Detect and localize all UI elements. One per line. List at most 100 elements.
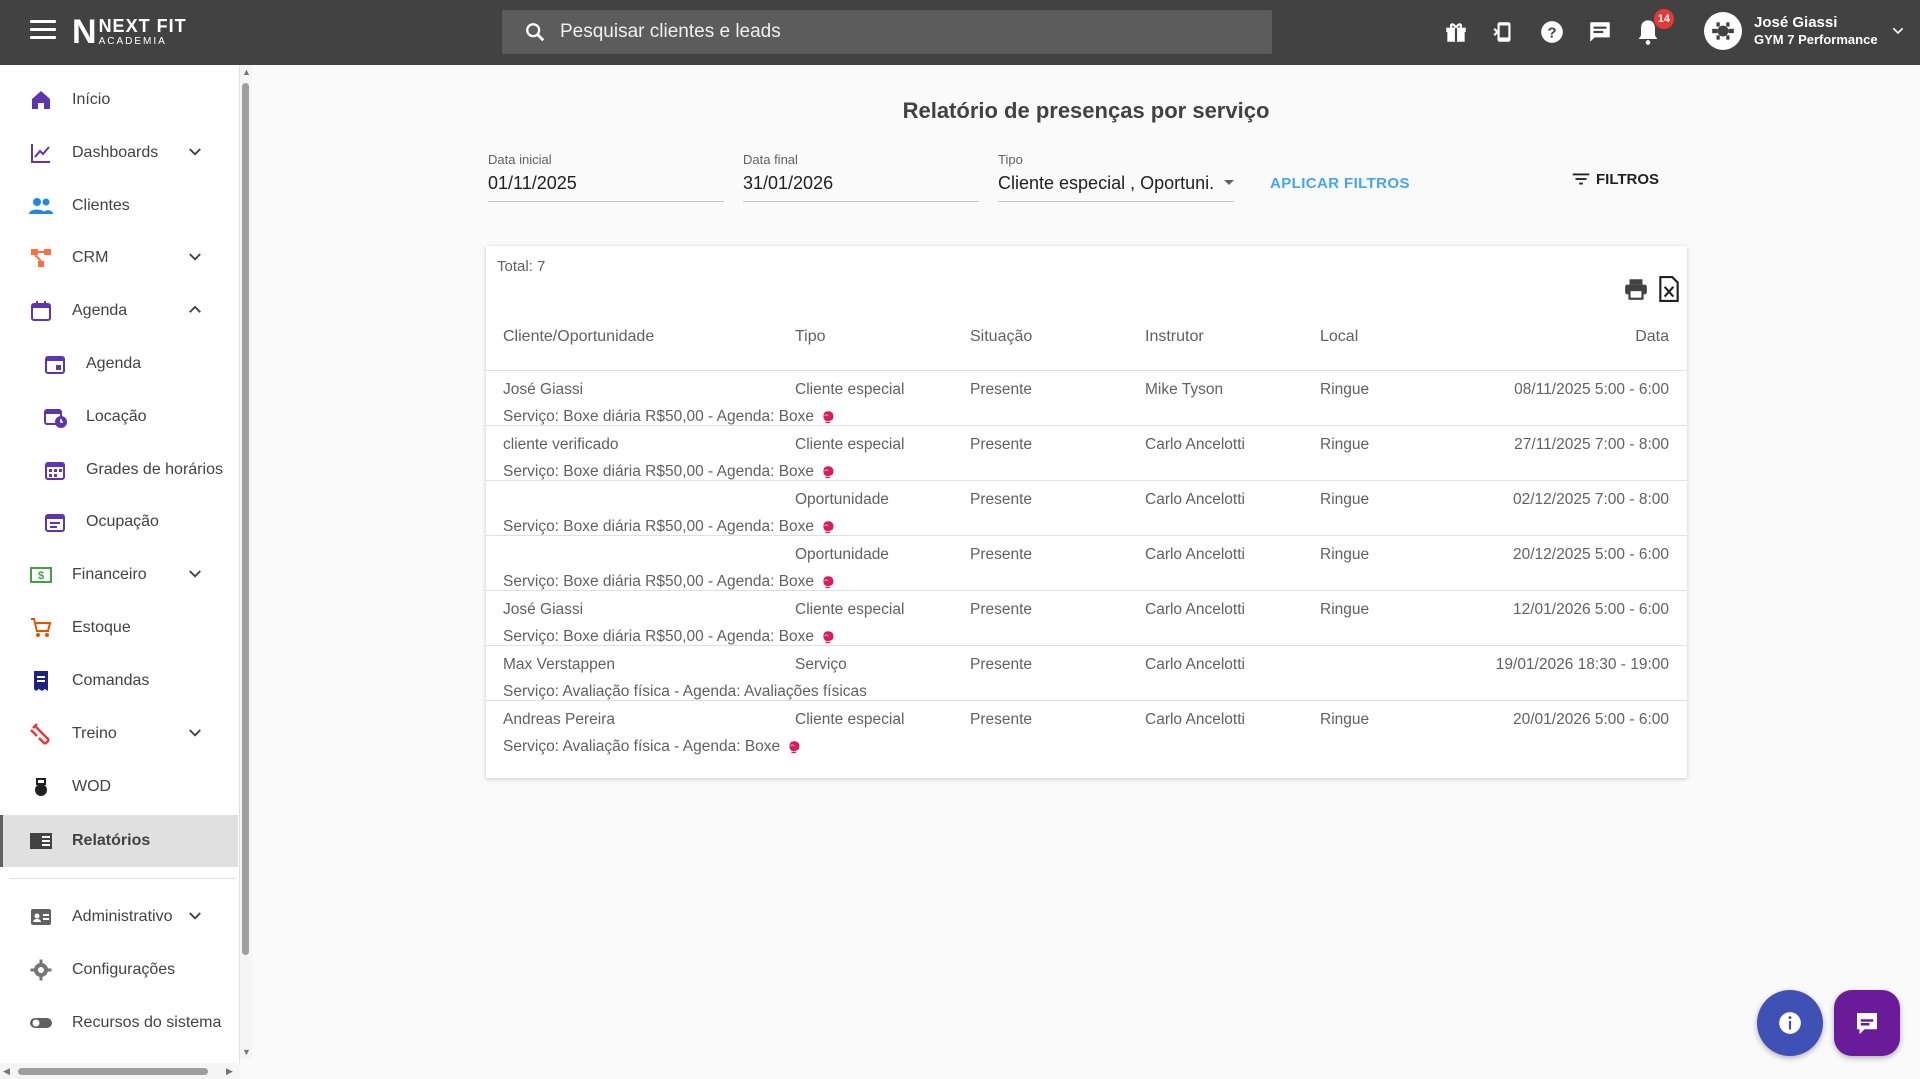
type-select-value[interactable]: Cliente especial , Oportuni... [998,173,1214,194]
column-header-instrutor[interactable]: Instrutor [1145,328,1204,346]
scroll-down-arrow[interactable]: ▼ [242,1047,251,1057]
search-icon [526,23,545,42]
scroll-up-arrow[interactable]: ▲ [242,67,251,77]
table-row[interactable]: Oportunidade Presente Carlo Ancelotti Ringu… [486,536,1687,591]
search-input[interactable] [560,21,1240,43]
calendar-icon [28,298,54,324]
type-select[interactable]: Tipo Cliente especial , Oportuni... [998,152,1234,202]
table-row[interactable]: Max Verstappen Serviço Presente Carlo Ancel… [486,646,1687,701]
row-description: Serviço: Boxe diária R$50,00 - Agenda: B… [503,408,836,426]
apply-filters-button[interactable]: APLICAR FILTROS [1270,175,1410,192]
cell-tipo: Cliente especial [795,711,905,728]
table-header: Cliente/Oportunidade Tipo Situação Instr… [486,306,1687,371]
chat-support-button[interactable] [1834,990,1900,1056]
table-row[interactable]: Andreas Pereira Cliente especial Presente C… [486,701,1687,756]
row-description: Serviço: Boxe diária R$50,00 - Agenda: B… [503,628,836,646]
chevron-down-icon [189,729,201,737]
sidebar-item-clientes[interactable]: Clientes [0,180,238,232]
sidebar-item-label: Relatórios [72,832,151,849]
toggle-icon [28,1010,54,1036]
scroll-left-arrow[interactable]: ◀ [3,1066,10,1077]
cell-situacao: Presente [970,656,1033,673]
excel-export-icon[interactable] [1658,276,1680,307]
bell-icon[interactable]: 14 [1632,9,1674,49]
end-date-field[interactable]: Data final 31/01/2026 [743,152,979,202]
sidebar-item-recursos-do-sistema[interactable]: Recursos do sistema [0,997,238,1049]
filter-icon [1572,173,1590,185]
scrollbar-thumb[interactable] [18,1068,208,1075]
column-header-local[interactable]: Local [1320,328,1358,346]
scrollbar-thumb[interactable] [242,83,249,955]
boxing-glove-icon [823,631,834,644]
chart-icon [28,140,54,166]
logo-name: NEXT FIT [98,16,187,36]
sidebar-item-wod[interactable]: WOD [0,761,238,813]
column-header-cliente[interactable]: Cliente/Oportunidade [503,328,654,346]
sidebar-item-grades-de-horarios[interactable]: Grades de horários [0,444,238,496]
chat-bubble-icon [1857,1013,1877,1035]
sidebar-item-estoque[interactable]: Estoque [0,602,238,654]
cell-cliente: Andreas Pereira [503,711,616,728]
home-icon [28,87,54,113]
phone-icon[interactable] [1488,15,1520,49]
logo[interactable]: N NEXT FIT ACADEMIA [72,12,187,52]
filters-button[interactable]: FILTROS [1570,168,1659,190]
sidebar-horizontal-scrollbar[interactable]: ◀ ▶ [0,1063,240,1079]
svg-text:?: ? [1547,24,1556,41]
sidebar-item-configuracoes[interactable]: Configurações [0,944,238,996]
avatar [1704,12,1742,50]
user-name: José Giassi [1754,13,1838,31]
boxing-glove-icon [789,741,800,754]
sidebar-item-administrativo[interactable]: Administrativo [0,891,238,943]
sidebar-item-label: Treino [72,725,117,742]
sidebar-item-label: Administrativo [72,908,173,925]
logo-mark: N [72,12,97,51]
logo-subtitle: ACADEMIA [98,36,167,47]
menu-icon[interactable] [30,20,56,44]
sidebar-item-inicio[interactable]: Início [0,74,238,126]
column-header-data[interactable]: Data [1635,328,1669,346]
sidebar-item-financeiro[interactable]: $ Financeiro [0,549,238,601]
row-description: Serviço: Boxe diária R$50,00 - Agenda: B… [503,463,836,481]
scroll-right-arrow[interactable]: ▶ [226,1066,233,1077]
id-card-icon [28,904,54,930]
sidebar-scrollbar[interactable]: ▲ ▼ [240,65,252,1059]
table-row[interactable]: José Giassi Cliente especial Presente Mike … [486,371,1687,426]
calendar-clock-icon [42,404,68,430]
row-description: Serviço: Boxe diária R$50,00 - Agenda: B… [503,518,836,536]
sidebar-item-label: Início [72,91,111,108]
chat-icon[interactable] [1584,15,1616,49]
cell-local: Ringue [1320,436,1370,453]
row-description-text: Serviço: Boxe diária R$50,00 - Agenda: B… [503,518,815,535]
column-header-tipo[interactable]: Tipo [795,328,826,346]
gift-icon[interactable] [1440,15,1472,49]
row-description-text: Serviço: Avaliação física - Agenda: Aval… [503,683,867,700]
table-row[interactable]: José Giassi Cliente especial Presente Carlo… [486,591,1687,646]
kettlebell-icon [28,774,54,800]
start-date-value[interactable]: 01/11/2025 [488,173,724,194]
sidebar-item-label: WOD [72,778,112,795]
help-icon[interactable]: ? [1536,15,1568,49]
table-row[interactable]: Oportunidade Presente Carlo Ancelotti Ringu… [486,481,1687,536]
reports-icon [28,828,54,854]
sidebar-item-dashboards[interactable]: Dashboards [0,127,238,179]
sidebar-item-locacao[interactable]: Locação [0,391,238,443]
table-row[interactable]: cliente verificado Cliente especial Presen… [486,426,1687,481]
sidebar-item-ocupacao[interactable]: Ocupação [0,496,238,548]
sidebar-item-agenda[interactable]: Agenda [0,285,238,337]
start-date-field[interactable]: Data inicial 01/11/2025 [488,152,724,202]
print-icon[interactable] [1623,276,1649,307]
sidebar-item-agenda-sub[interactable]: Agenda [0,338,238,390]
column-header-situacao[interactable]: Situação [970,328,1032,346]
sidebar-divider [10,878,236,879]
cart-icon [28,615,54,641]
gear-icon [28,957,54,983]
info-button[interactable] [1757,990,1823,1056]
sidebar-item-crm[interactable]: CRM [0,232,238,284]
sidebar-item-treino[interactable]: Treino [0,708,238,760]
end-date-value[interactable]: 31/01/2026 [743,173,979,194]
chevron-down-icon [189,912,201,920]
sidebar-item-comandas[interactable]: Comandas [0,655,238,707]
user-menu[interactable]: José Giassi GYM 7 Performance [1704,12,1906,50]
sidebar-item-relatorios[interactable]: Relatórios [0,815,238,867]
